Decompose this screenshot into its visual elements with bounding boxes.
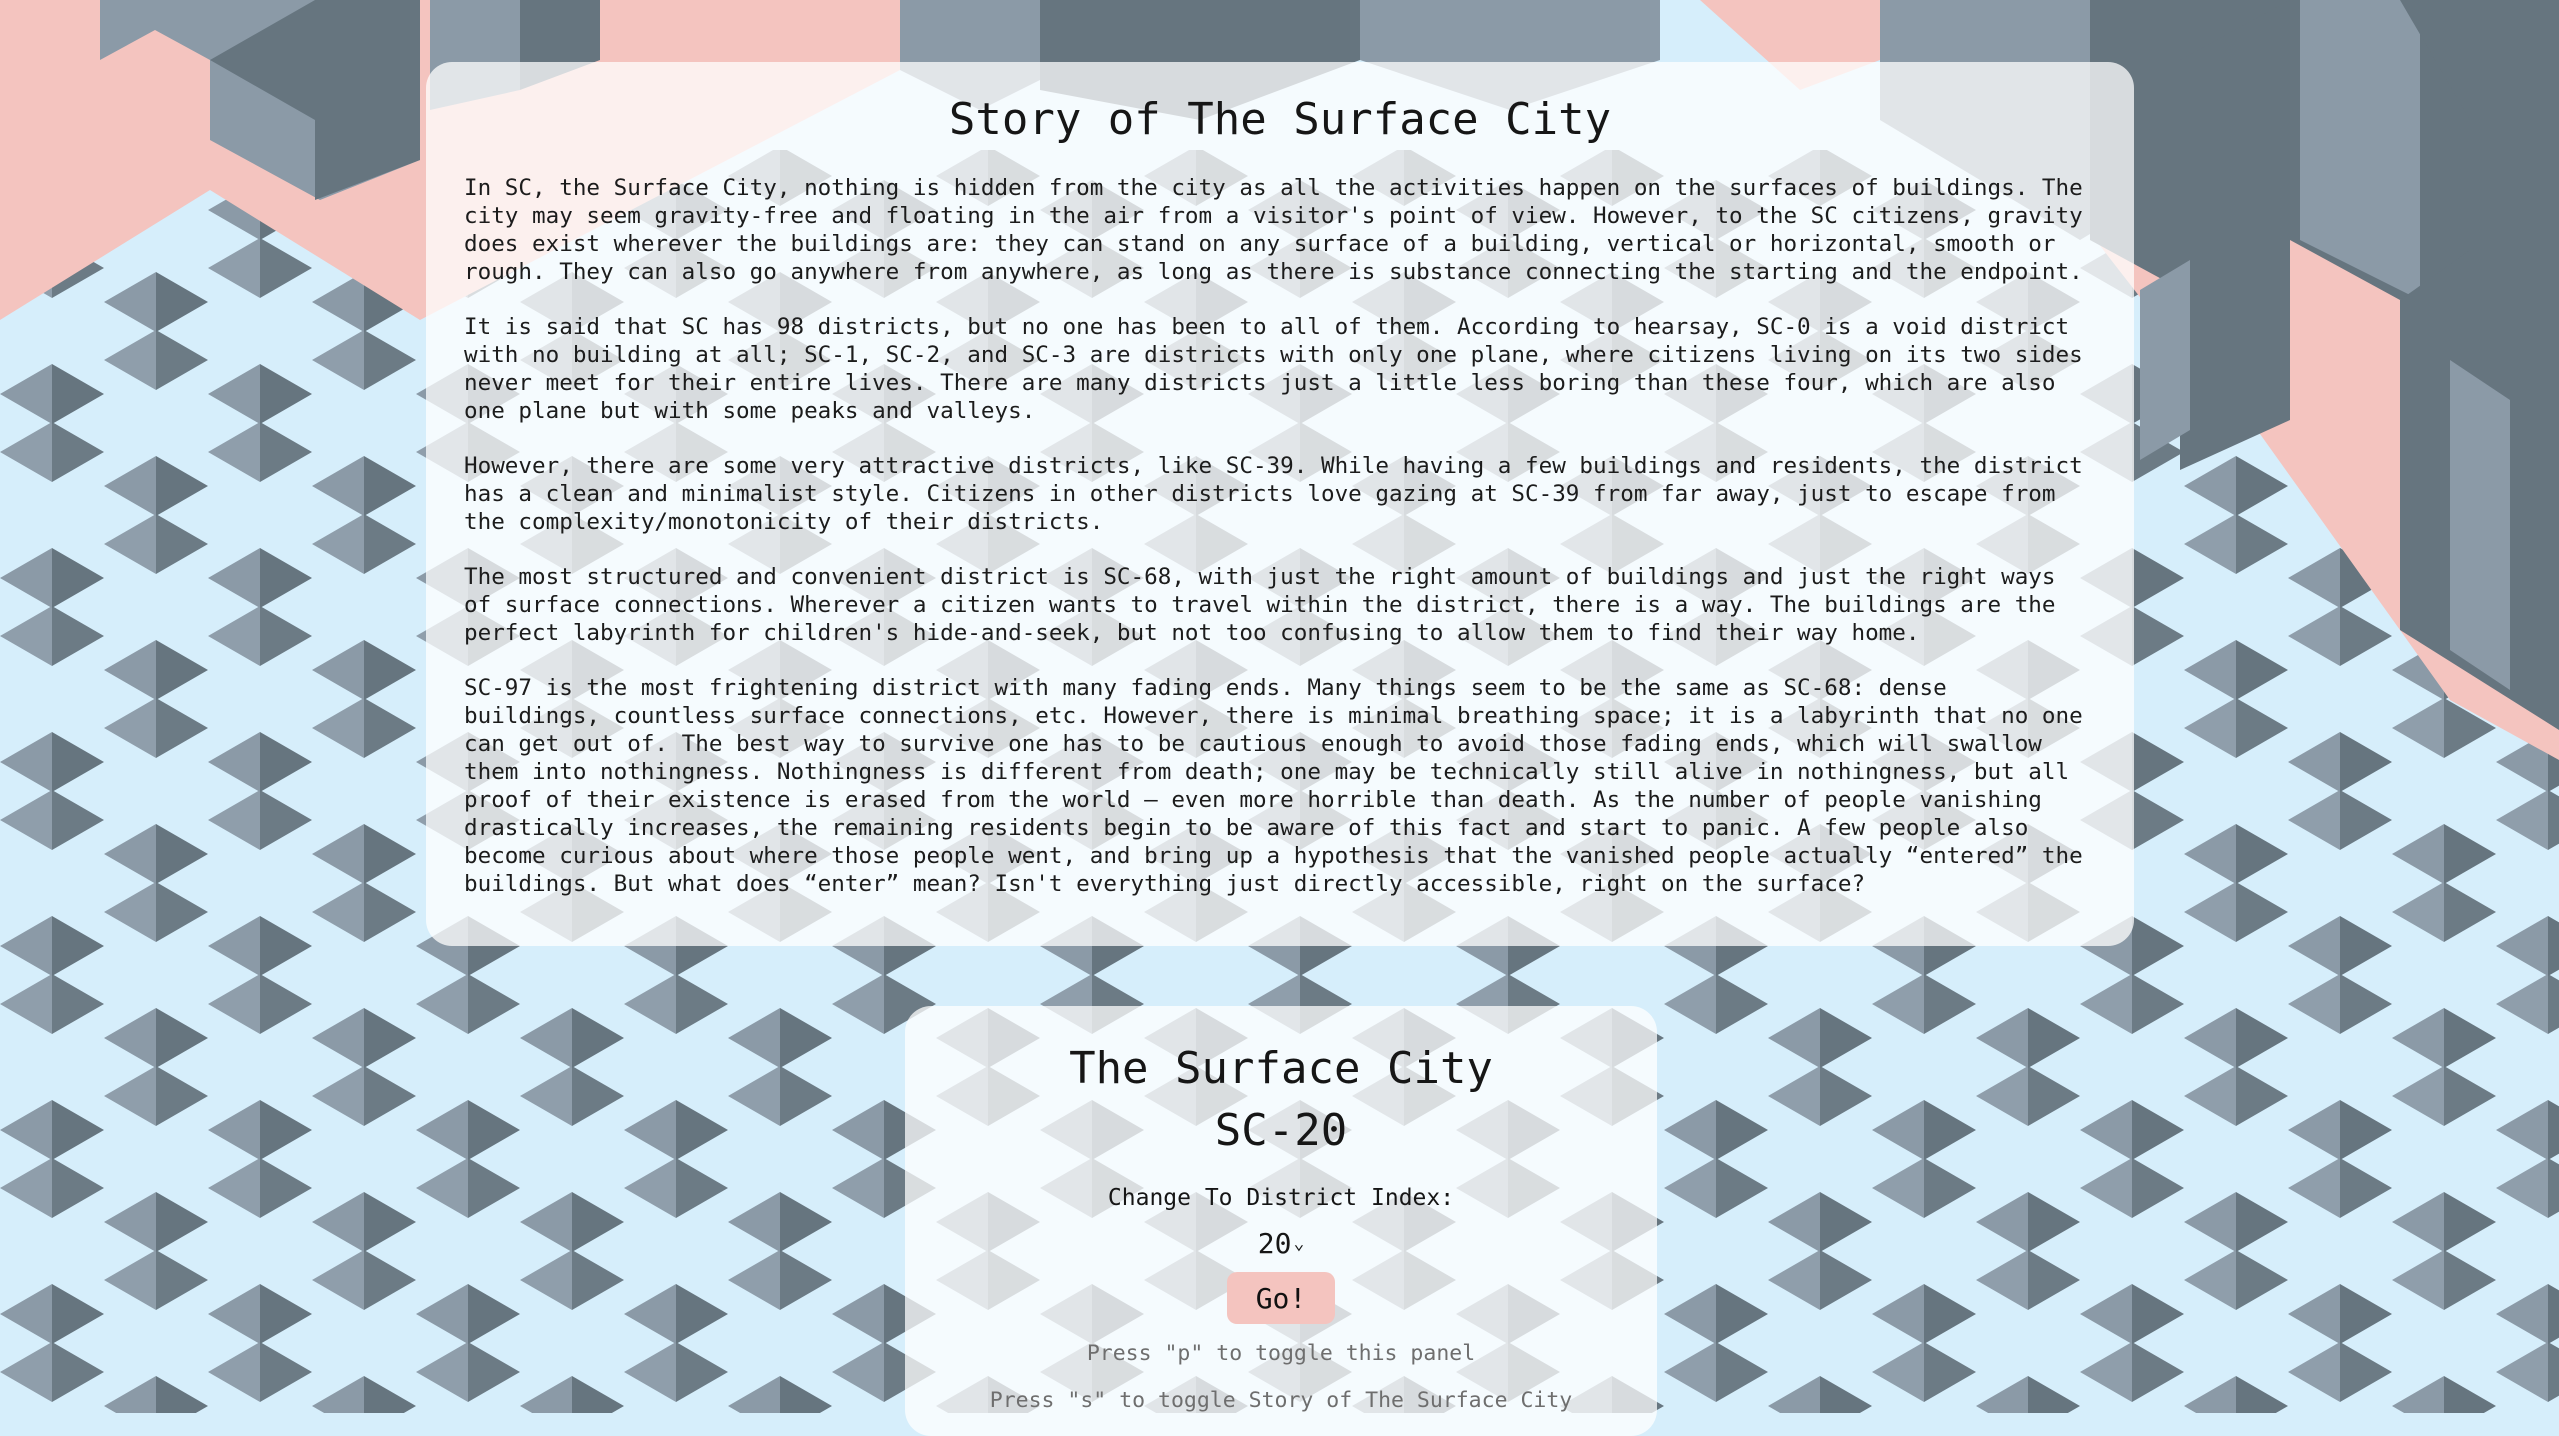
district-index-select[interactable]: 20 ⌄ — [1258, 1226, 1305, 1262]
chevron-down-icon: ⌄ — [1293, 1233, 1305, 1254]
story-paragraph: The most structured and convenient distr… — [464, 564, 2056, 646]
story-paragraph: However, there are some very attractive … — [464, 453, 2083, 535]
change-district-label: Change To District Index: — [1107, 1185, 1455, 1211]
story-panel: Story of The Surface City In SC, the Sur… — [426, 62, 2134, 946]
current-district-name: SC-20 — [1214, 1105, 1348, 1156]
city-name: The Surface City — [1069, 1043, 1493, 1094]
toggle-story-hint: Press "s" to toggle Story of The Surface… — [989, 1388, 1573, 1413]
story-title: Story of The Surface City — [948, 94, 1612, 145]
story-paragraph: It is said that SC has 98 districts, but… — [464, 314, 2083, 424]
district-index-value: 20 — [1257, 1227, 1292, 1260]
go-button[interactable]: Go! — [1227, 1272, 1335, 1324]
story-paragraph: SC-97 is the most frightening district w… — [464, 675, 2083, 897]
toggle-panel-hint: Press "p" to toggle this panel — [1086, 1341, 1476, 1366]
story-paragraph: In SC, the Surface City, nothing is hidd… — [464, 175, 2083, 285]
district-control-panel: The Surface City SC-20 Change To Distric… — [905, 1006, 1657, 1436]
